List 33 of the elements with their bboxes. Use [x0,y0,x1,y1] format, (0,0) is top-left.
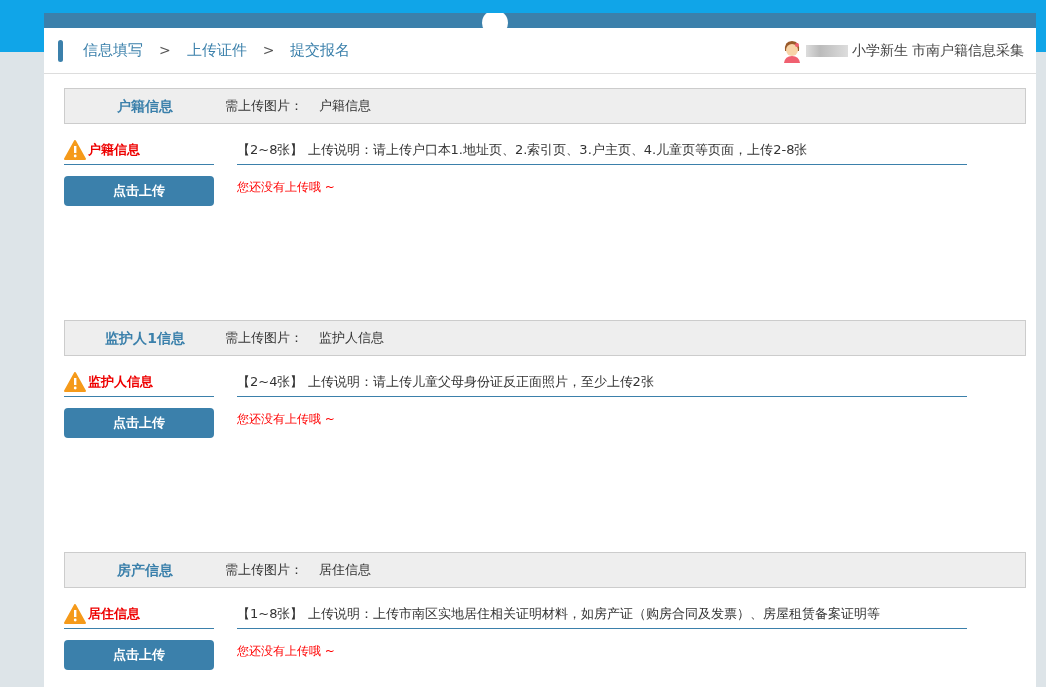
required-value: 监护人信息 [319,329,384,348]
upload-status: 您还没有上传哦 ~ [237,643,336,660]
required-value: 居住信息 [319,561,371,580]
upload-button[interactable]: 点击上传 [64,176,214,206]
item-label: 户籍信息 [88,140,140,159]
upload-description: 【2~4张】 上传说明：请上传儿童父母身份证反正面照片，至少上传2张 [237,367,967,397]
breadcrumb-separator: > [262,41,275,60]
required-label: 需上传图片： [225,329,303,348]
required-label: 需上传图片： [225,561,303,580]
item-label: 监护人信息 [88,372,153,391]
upload-status: 您还没有上传哦 ~ [237,411,336,428]
accent-bar [58,39,63,62]
breadcrumb-link[interactable]: 信息填写 [83,39,143,62]
required-value: 户籍信息 [319,97,371,116]
upload-button[interactable]: 点击上传 [64,408,214,438]
section-title: 户籍信息 [116,96,174,116]
warning-icon [64,371,86,392]
upload-status: 您还没有上传哦 ~ [237,179,336,196]
upload-button[interactable]: 点击上传 [64,640,214,670]
avatar-icon [781,38,802,63]
user-info: 小学新生 市南户籍信息采集 [851,41,1024,60]
required-label: 需上传图片： [225,97,303,116]
redacted-name [805,44,848,57]
item-label: 居住信息 [88,604,140,623]
breadcrumb-separator: > [159,41,171,60]
section-title: 房产信息 [116,560,174,580]
section-title: 监护人1信息 [104,328,186,348]
warning-icon [64,139,86,160]
warning-icon [64,603,86,624]
upload-description: 【1~8张】 上传说明：上传市南区实地居住相关证明材料，如房产证（购房合同及发票）、房屋租赁备案证明等 [237,599,967,629]
breadcrumb-link[interactable]: 上传证件 [186,39,247,62]
upload-description: 【2~8张】 上传说明：请上传户口本1.地址页、2.索引页、3.户主页、4.儿童页等页面，上传2-8张 [237,135,967,165]
breadcrumb-link[interactable]: 提交报名 [290,39,351,62]
